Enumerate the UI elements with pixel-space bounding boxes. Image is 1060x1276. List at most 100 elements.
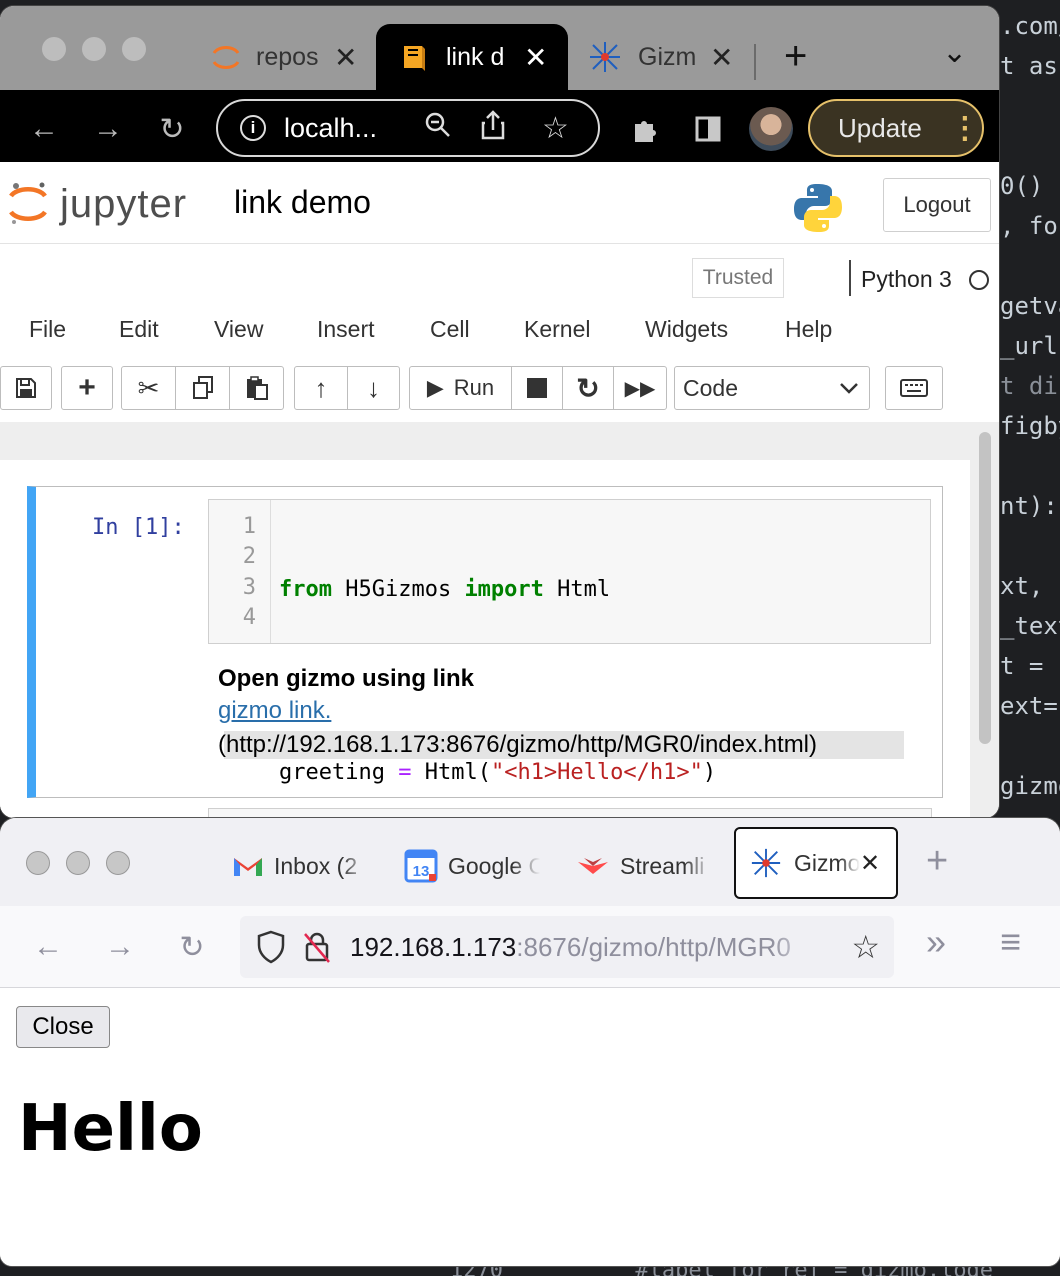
close-button[interactable]: Close	[16, 1006, 110, 1048]
shield-icon[interactable]	[256, 930, 286, 964]
close-icon[interactable]: ✕	[334, 41, 357, 74]
line-number: 2	[242, 544, 256, 569]
omnibox[interactable]: i localh... ☆	[216, 99, 600, 157]
cut-button[interactable]: ✂	[121, 366, 176, 410]
menu-cell[interactable]: Cell	[430, 316, 470, 343]
menu-widgets[interactable]: Widgets	[645, 316, 728, 343]
window-minimize-dot[interactable]	[82, 37, 106, 61]
avatar[interactable]	[748, 90, 794, 168]
trusted-indicator[interactable]: Trusted	[692, 258, 784, 298]
kernel-name[interactable]: Python 3	[861, 266, 952, 293]
restart-button[interactable]: ↻	[562, 366, 614, 410]
window-close-dot[interactable]	[26, 851, 50, 875]
editor-line: nt):	[1000, 492, 1058, 520]
reload-icon[interactable]: ↻	[170, 906, 214, 988]
jupyter-logo[interactable]: jupyter	[8, 180, 187, 228]
command-palette-button[interactable]	[885, 366, 943, 410]
scrollbar-thumb[interactable]	[979, 432, 991, 744]
python-logo-icon	[792, 182, 844, 239]
firefox-tab-gizmo[interactable]: Gizmo ✕	[734, 827, 898, 899]
scrollbar[interactable]	[976, 428, 992, 818]
side-panel-icon[interactable]	[688, 90, 728, 168]
close-icon[interactable]: ✕	[524, 41, 547, 74]
interrupt-button[interactable]	[511, 366, 563, 410]
menu-view[interactable]: View	[214, 316, 263, 343]
back-arrow-icon[interactable]: ←	[22, 90, 66, 168]
play-icon: ▶	[426, 375, 444, 400]
chrome-tab-repos[interactable]: repos ✕	[196, 24, 374, 90]
line-number: 1	[242, 514, 256, 539]
firefox-tab-inbox[interactable]: Inbox (2	[232, 844, 372, 888]
info-icon[interactable]: i	[240, 115, 266, 141]
gizmo-link[interactable]: gizmo link.	[218, 697, 918, 725]
window-close-dot[interactable]	[42, 37, 66, 61]
window-zoom-dot[interactable]	[106, 851, 130, 875]
editor-line: _url	[1000, 332, 1058, 360]
menu-kernel[interactable]: Kernel	[524, 316, 590, 343]
line-number: 4	[242, 605, 256, 630]
paste-icon	[246, 376, 268, 400]
move-up-button[interactable]: ↑	[294, 366, 348, 410]
back-arrow-icon[interactable]: ←	[26, 906, 70, 988]
cell-type-select[interactable]: Code	[674, 366, 870, 410]
tab-search-button[interactable]: ⌄	[942, 38, 967, 68]
more-menu-icon[interactable]: ⋮	[950, 111, 980, 146]
hello-heading: Hello	[18, 1092, 203, 1166]
menu-help[interactable]: Help	[785, 316, 832, 343]
move-down-button[interactable]: ↓	[347, 366, 400, 410]
window-minimize-dot[interactable]	[66, 851, 90, 875]
jupyter-logo-icon	[9, 182, 47, 224]
forward-arrow-icon[interactable]: →	[98, 906, 142, 988]
chrome-tab-gizmo[interactable]: Gizm ✕	[572, 24, 746, 90]
insert-cell-button[interactable]: +	[61, 366, 113, 410]
close-icon[interactable]: ✕	[710, 41, 733, 74]
url-bar[interactable]: 192.168.1.173 :8676/gizmo/http/MGR0 ☆	[240, 916, 894, 978]
input-prompt: In [1]:	[92, 515, 185, 540]
firefox-tab-google-calendar[interactable]: 13 Google C	[404, 844, 544, 888]
gizmo-page: Close Hello	[0, 988, 1060, 1266]
paste-button[interactable]	[229, 366, 284, 410]
insecure-lock-icon[interactable]	[302, 930, 332, 964]
hamburger-menu-icon[interactable]: ≡	[1000, 924, 1021, 960]
line-gutter: 1 2 3 4	[209, 500, 271, 643]
gizmo-favicon-icon	[588, 40, 622, 74]
logout-button[interactable]: Logout	[883, 178, 991, 232]
reload-icon[interactable]: ↻	[150, 90, 194, 168]
menu-file[interactable]: File	[29, 316, 66, 343]
close-icon[interactable]: ✕	[860, 849, 880, 878]
save-icon	[16, 378, 36, 398]
forward-arrow-icon[interactable]: →	[86, 90, 130, 168]
editor-line: 0()	[1000, 172, 1044, 200]
extensions-icon[interactable]	[624, 90, 666, 168]
tab-label: Gizm	[638, 42, 696, 71]
notebook-name[interactable]: link demo	[234, 184, 371, 221]
editor-line: gizmo	[1000, 772, 1060, 800]
share-icon[interactable]	[480, 109, 506, 147]
next-cell[interactable]	[208, 808, 932, 818]
run-label: Run	[453, 375, 495, 400]
chrome-tab-link-demo[interactable]: link d ✕	[376, 24, 568, 90]
update-button[interactable]: Update ⋮	[808, 99, 984, 157]
menu-edit[interactable]: Edit	[119, 316, 159, 343]
tab-label: Gizmo	[794, 849, 860, 876]
notebook-page: In [1]: 1 2 3 4 from H5Gizmos import Htm…	[0, 460, 970, 818]
bookmark-star-icon[interactable]: ☆	[851, 928, 880, 966]
zoom-icon[interactable]	[424, 111, 452, 146]
star-icon[interactable]: ☆	[542, 111, 569, 146]
copy-button[interactable]	[175, 366, 230, 410]
line-number: 3	[242, 575, 256, 600]
run-button[interactable]: ▶ Run	[409, 366, 512, 410]
new-tab-button[interactable]: +	[926, 842, 948, 880]
save-button[interactable]	[0, 366, 52, 410]
restart-run-all-button[interactable]: ▶▶	[613, 366, 667, 410]
firefox-tab-streamlit[interactable]: Streamli	[576, 844, 714, 888]
restart-icon: ↻	[576, 372, 600, 404]
code-editor[interactable]: 1 2 3 4 from H5Gizmos import Html greeti…	[208, 499, 931, 785]
window-zoom-dot[interactable]	[122, 37, 146, 61]
code-cell[interactable]: In [1]: 1 2 3 4 from H5Gizmos import Htm…	[27, 486, 943, 798]
menu-insert[interactable]: Insert	[317, 316, 375, 343]
address-text[interactable]: localh...	[284, 113, 396, 144]
new-tab-button[interactable]: +	[784, 36, 807, 76]
overflow-icon[interactable]: »	[926, 924, 946, 960]
notebook-container: In [1]: 1 2 3 4 from H5Gizmos import Htm…	[0, 422, 999, 818]
